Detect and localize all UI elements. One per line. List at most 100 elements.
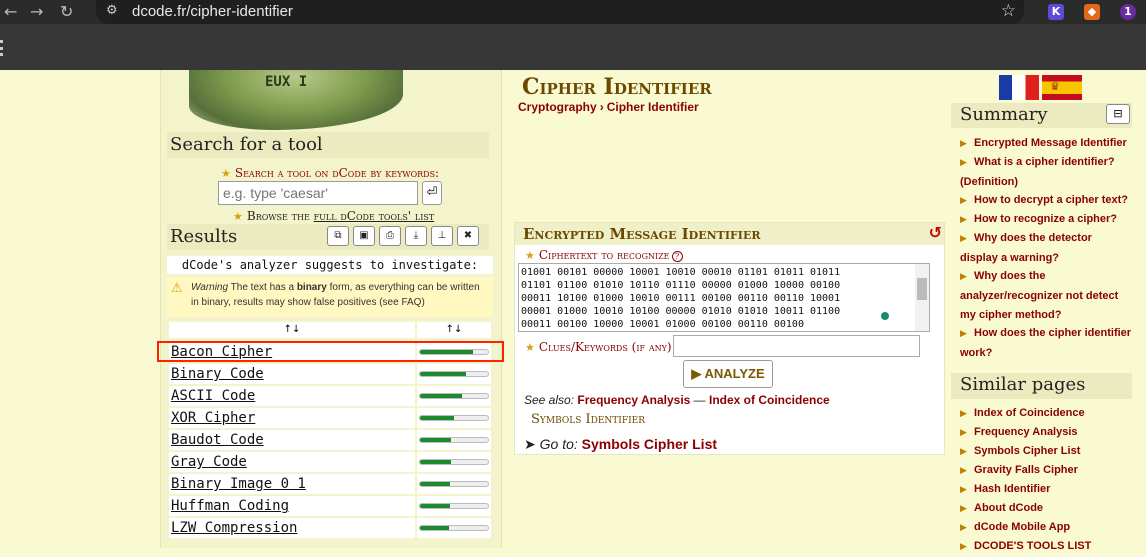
result-name-link[interactable]: Huffman Coding — [169, 496, 415, 516]
result-name-link[interactable]: ASCII Code — [169, 386, 415, 406]
full-tools-list-link[interactable]: full dCode tools' list — [314, 209, 435, 223]
sort-by-score-button[interactable]: ↑↓ — [417, 322, 491, 338]
similar-page-link[interactable]: About dCode — [974, 502, 1043, 514]
symbols-identifier-link[interactable]: Symbols Identifier — [531, 412, 645, 427]
similar-page-link[interactable]: Symbols Cipher List — [974, 445, 1080, 457]
analyze-button[interactable]: ▶ ANALYZE — [683, 360, 773, 388]
result-name-link[interactable]: LZW Compression — [169, 518, 415, 538]
tune-icon[interactable]: ⚙ — [106, 3, 118, 18]
summary-item[interactable]: ▶ How to decrypt a cipher text? — [960, 191, 1132, 211]
forward-icon[interactable]: → — [30, 2, 43, 21]
similar-page-link[interactable]: Gravity Falls Cipher — [974, 464, 1078, 476]
index-of-coincidence-link[interactable]: Index of Coincidence — [709, 393, 830, 407]
similar-page-item[interactable]: ▶ Index of Coincidence — [960, 404, 1132, 424]
bookmark-star-icon[interactable]: ☆ — [1001, 1, 1016, 21]
crest-icon: ♛ — [1050, 80, 1060, 93]
french-flag-icon[interactable] — [999, 75, 1039, 100]
summary-item[interactable]: ▶ Why does the detector display a warning… — [960, 229, 1132, 268]
similar-page-link[interactable]: Frequency Analysis — [974, 426, 1078, 438]
result-name-link[interactable]: Gray Code — [169, 452, 415, 472]
table-row[interactable]: Baudot Code — [169, 430, 491, 450]
url-text: dcode.fr/cipher-identifier — [132, 3, 293, 20]
bullet-icon: ▶ — [960, 272, 967, 282]
result-name-link[interactable]: Binary Code — [169, 364, 415, 384]
result-name-link[interactable]: Binary Image 0 1 — [169, 474, 415, 494]
bullet-icon: ▶ — [960, 466, 967, 476]
summary-item[interactable]: ▶ What is a cipher identifier? (Definitio… — [960, 153, 1132, 192]
score-bar — [419, 437, 489, 443]
reload-icon[interactable]: ↻ — [60, 2, 73, 21]
similar-page-item[interactable]: ▶ DCODE'S TOOLS LIST — [960, 537, 1132, 557]
similar-page-item[interactable]: ▶ Gravity Falls Cipher — [960, 461, 1132, 481]
score-bar-fill — [420, 394, 463, 398]
table-row[interactable]: ASCII Code — [169, 386, 491, 406]
summary-item[interactable]: ▶ Encrypted Message Identifier — [960, 134, 1132, 154]
pin-icon[interactable]: ⊥ — [431, 226, 453, 246]
extension-k-icon[interactable]: K — [1048, 4, 1064, 20]
result-name-link[interactable]: XOR Cipher — [169, 408, 415, 428]
summary-link[interactable]: Encrypted Message Identifier — [974, 137, 1127, 149]
similar-page-item[interactable]: ▶ About dCode — [960, 499, 1132, 519]
result-name-link[interactable]: Baudot Code — [169, 430, 415, 450]
help-icon[interactable]: ? — [671, 251, 683, 262]
close-icon[interactable]: ✖ — [457, 226, 479, 246]
summary-link[interactable]: How to recognize a cipher? — [974, 213, 1117, 225]
similar-page-link[interactable]: Index of Coincidence — [974, 407, 1085, 419]
summary-link[interactable]: Why does the analyzer/recognizer not det… — [960, 270, 1118, 321]
similar-page-item[interactable]: ▶ dCode Mobile App — [960, 518, 1132, 538]
table-row[interactable]: XOR Cipher — [169, 408, 491, 428]
summary-link[interactable]: Why does the detector display a warning? — [960, 232, 1092, 264]
search-submit-button[interactable]: ⏎ — [422, 181, 442, 205]
extension-badge[interactable]: 1 — [1120, 4, 1136, 20]
collapse-icon[interactable]: ⊟ — [1106, 104, 1130, 124]
search-input[interactable] — [218, 181, 418, 205]
spanish-flag-icon[interactable]: ♛ — [1042, 75, 1082, 100]
back-icon[interactable]: ← — [4, 2, 17, 21]
see-also: See also: Frequency Analysis — Index of … — [524, 393, 830, 407]
table-row[interactable]: Huffman Coding — [169, 496, 491, 516]
breadcrumb-cryptography[interactable]: Cryptography — [518, 100, 597, 114]
similar-page-item[interactable]: ▶ Frequency Analysis — [960, 423, 1132, 443]
ciphertext-input[interactable]: 01001 00101 00000 10001 10010 00010 0110… — [518, 263, 930, 332]
download-icon[interactable]: ⤓ — [405, 226, 427, 246]
summary-link[interactable]: How does the cipher identifier work? — [960, 327, 1131, 359]
similar-page-link[interactable]: dCode Mobile App — [974, 521, 1070, 533]
extension-fox-icon[interactable]: ◆ — [1084, 4, 1100, 20]
clues-input[interactable] — [673, 335, 920, 357]
summary-link[interactable]: How to decrypt a cipher text? — [974, 194, 1128, 206]
similar-pages-heading: Similar pages — [951, 373, 1132, 399]
sort-by-name-button[interactable]: ↑↓ — [169, 322, 415, 338]
table-row[interactable]: Binary Code — [169, 364, 491, 384]
similar-page-item[interactable]: ▶ Symbols Cipher List — [960, 442, 1132, 462]
screenshot-icon[interactable]: ▣ — [353, 226, 375, 246]
table-row[interactable]: LZW Compression — [169, 518, 491, 538]
copy-icon[interactable]: ⧉ — [327, 226, 349, 246]
score-cell — [417, 452, 491, 472]
summary-link[interactable]: What is a cipher identifier? (Definition… — [960, 156, 1115, 188]
frequency-analysis-link[interactable]: Frequency Analysis — [577, 393, 690, 407]
reset-icon[interactable]: ↺ — [929, 223, 942, 242]
print-icon[interactable]: ⎙ — [379, 226, 401, 246]
symbols-cipher-list-link[interactable]: Symbols Cipher List — [582, 436, 717, 452]
breadcrumb-cipher-identifier[interactable]: Cipher Identifier — [607, 100, 699, 114]
star-icon: ★ — [525, 249, 535, 262]
scrollbar-thumb[interactable] — [917, 278, 927, 300]
ciphertext-scrollbar[interactable] — [915, 264, 929, 331]
summary-item[interactable]: ▶ How to recognize a cipher? — [960, 210, 1132, 230]
apps-icon[interactable] — [0, 40, 3, 56]
highlight-box — [157, 341, 504, 362]
address-bar[interactable]: ⚙ dcode.fr/cipher-identifier ☆ — [96, 0, 1024, 24]
table-row[interactable]: Binary Image 0 1 — [169, 474, 491, 494]
score-bar-fill — [420, 438, 452, 442]
breadcrumb: Cryptography › Cipher Identifier — [518, 100, 699, 114]
score-bar — [419, 415, 489, 421]
similar-page-link[interactable]: Hash Identifier — [974, 483, 1050, 495]
star-icon: ★ — [525, 341, 535, 354]
summary-item[interactable]: ▶ How does the cipher identifier work? — [960, 324, 1132, 363]
ciphertext-label: ★ Ciphertext to recognize? — [525, 248, 683, 262]
summary-item[interactable]: ▶ Why does the analyzer/recognizer not de… — [960, 267, 1132, 325]
similar-page-item[interactable]: ▶ Hash Identifier — [960, 480, 1132, 500]
grammarly-dot-icon[interactable] — [881, 312, 889, 320]
similar-page-link[interactable]: DCODE'S TOOLS LIST — [974, 540, 1091, 552]
table-row[interactable]: Gray Code — [169, 452, 491, 472]
